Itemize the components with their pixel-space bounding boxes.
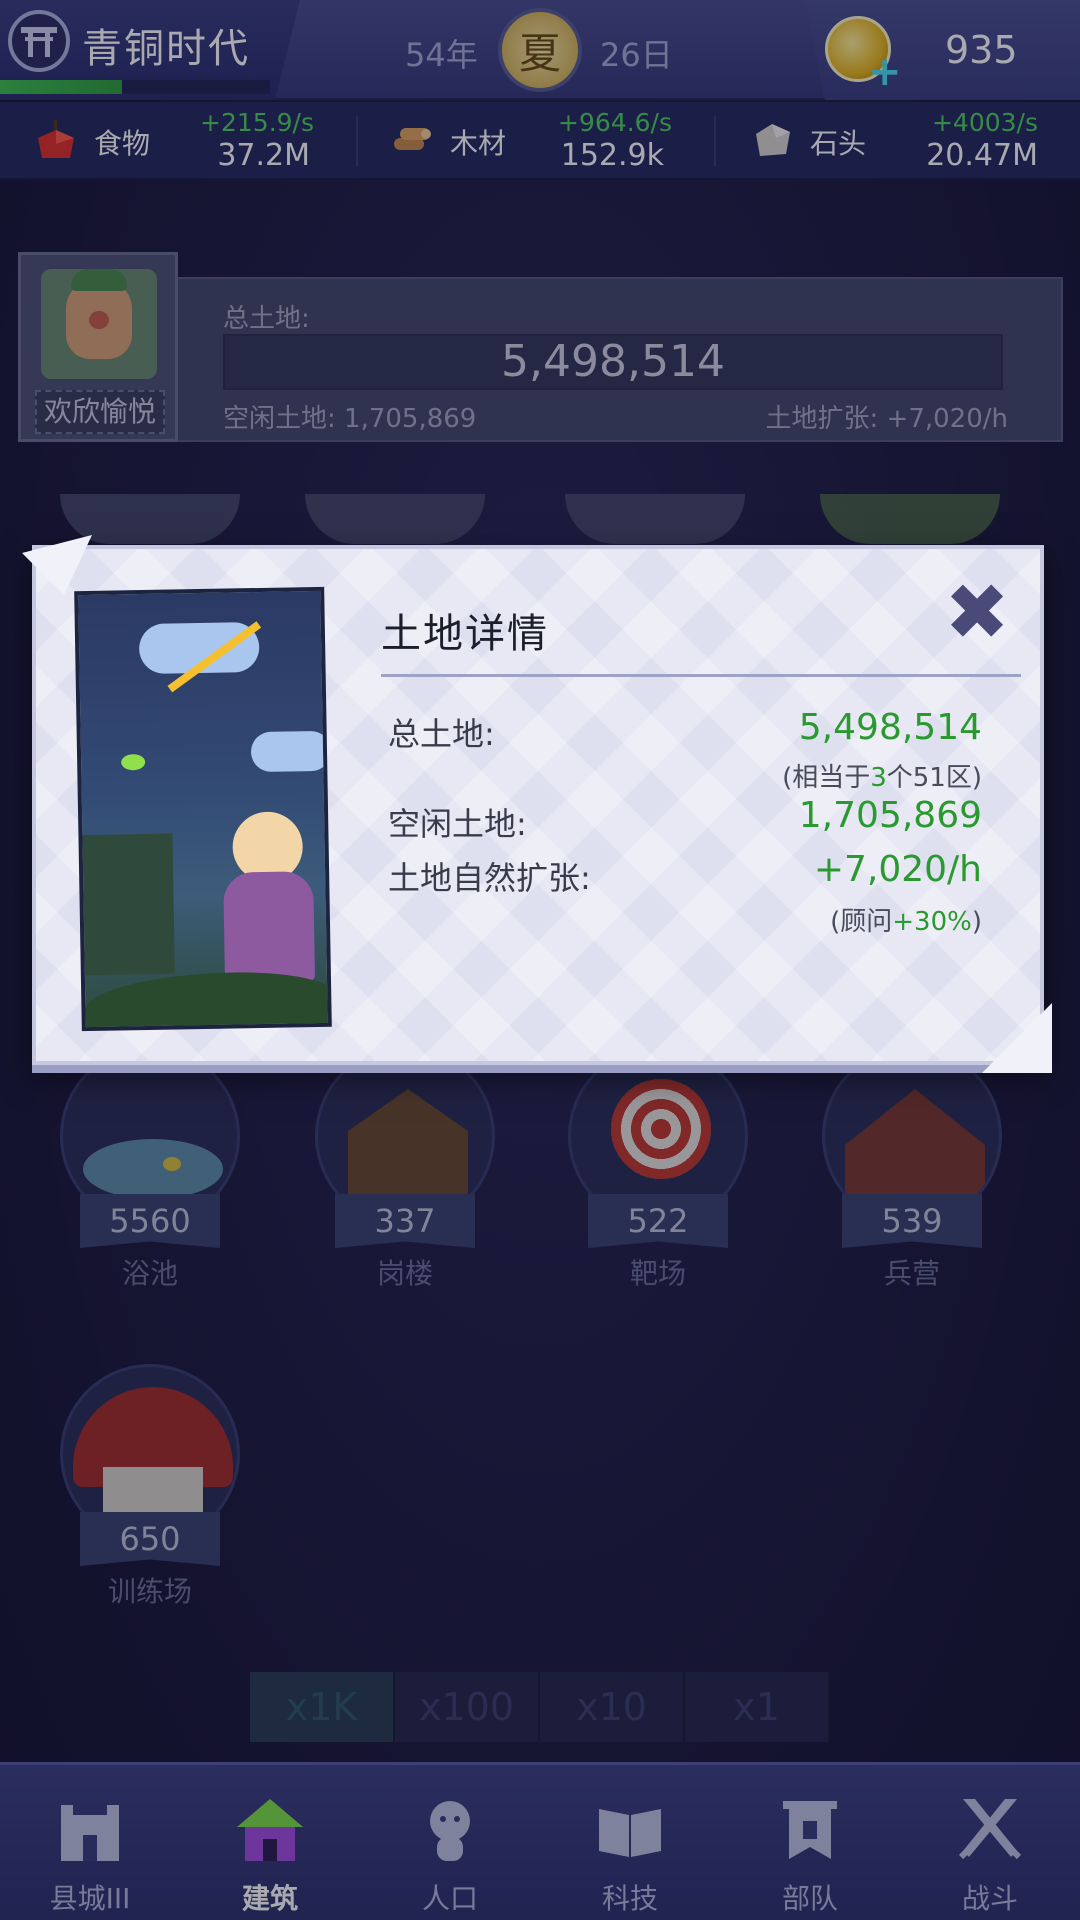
paper-corner	[982, 1003, 1052, 1073]
natural-expansion-value: +7,020/h	[813, 849, 982, 890]
advisor-bonus-note: (顾问+30%)	[830, 907, 982, 937]
idle-land-value: 1,705,869	[798, 795, 982, 836]
modal-title: 土地详情	[381, 611, 549, 657]
land-details-modal: 土地详情 ✖ 总土地: 5,498,514 (相当于3个51区) 空闲土地: 1…	[22, 535, 1052, 1073]
total-land-value: 5,498,514	[798, 707, 982, 748]
modal-divider	[381, 674, 1021, 677]
idle-land-label: 空闲土地:	[388, 805, 527, 843]
close-icon[interactable]: ✖	[941, 574, 1013, 652]
total-land-note: (相当于3个51区)	[782, 763, 982, 793]
advisor-bonus: +30%	[892, 907, 972, 937]
natural-expansion-label: 土地自然扩张:	[388, 859, 591, 897]
district-count: 3	[870, 763, 887, 793]
total-land-label: 总土地:	[388, 715, 495, 753]
land-illustration	[74, 586, 332, 1032]
game-screen: 青铜时代 54年 夏 26日 + 935 食物 +215.9/s 37.2M 木…	[0, 0, 1080, 1920]
